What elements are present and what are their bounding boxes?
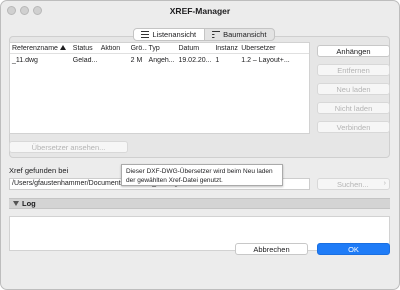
search-button[interactable]: Suchen... ›: [317, 178, 390, 190]
tab-tree-view[interactable]: Baumansicht: [205, 29, 275, 40]
unload-button[interactable]: Nicht laden: [317, 102, 390, 114]
cell-datum: 19.02.20...: [178, 56, 212, 64]
list-icon: [141, 31, 150, 38]
cell-groesse: 2 M: [130, 56, 143, 64]
table-row[interactable]: _11.dwg Gelad... 2 M Angeh... 19.02.20..…: [10, 54, 309, 66]
column-header-status[interactable]: Status: [71, 45, 99, 52]
title-bar: XREF-Manager: [1, 1, 399, 23]
tab-list-view-label: Listenansicht: [152, 30, 197, 39]
chevron-right-icon: ›: [383, 180, 386, 187]
tree-icon: [212, 31, 220, 38]
xref-found-label: Xref gefunden bei: [9, 166, 69, 175]
view-translator-button[interactable]: Übersetzer ansehen...: [9, 141, 128, 153]
window-title: XREF-Manager: [169, 6, 231, 16]
column-header-datum[interactable]: Datum: [176, 45, 213, 52]
column-header-uebersetzer[interactable]: Übersetzer: [239, 45, 309, 52]
search-button-label: Suchen...: [337, 179, 369, 189]
remove-button[interactable]: Entfernen: [317, 64, 390, 76]
column-header-aktion[interactable]: Aktion: [99, 45, 129, 52]
cell-instanz: 1: [215, 56, 220, 64]
cancel-button[interactable]: Abbrechen: [235, 243, 308, 255]
log-header[interactable]: Log: [9, 198, 390, 209]
attach-button[interactable]: Anhängen: [317, 45, 390, 57]
column-header-groesse[interactable]: Grö...: [129, 45, 147, 52]
view-segmented-control: Listenansicht Baumansicht: [133, 28, 275, 41]
column-header-instanz[interactable]: Instanz: [213, 45, 239, 52]
disclosure-triangle-icon[interactable]: [13, 201, 19, 206]
log-title: Log: [22, 199, 36, 208]
sort-ascending-icon: [59, 45, 66, 51]
cell-typ: Angeh...: [148, 56, 175, 64]
table-header: Referenzname Status Aktion Grö... Typ Da…: [10, 43, 309, 54]
bind-button[interactable]: Verbinden: [317, 121, 390, 133]
tab-list-view[interactable]: Listenansicht: [134, 29, 205, 40]
tab-tree-view-label: Baumansicht: [223, 30, 267, 39]
cell-uebersetzer: 1.2 – Layout+...: [241, 56, 290, 64]
column-header-referenzname[interactable]: Referenzname: [10, 45, 71, 52]
xref-table: Referenzname Status Aktion Grö... Typ Da…: [9, 42, 310, 134]
cell-referenzname: _11.dwg: [12, 56, 38, 64]
reload-button[interactable]: Neu laden: [317, 83, 390, 95]
xref-manager-window: XREF-Manager Listenansicht Baumansicht R…: [0, 0, 400, 290]
cell-status: Gelad...: [72, 56, 98, 64]
translator-tooltip: Dieser DXF-DWG-Übersetzer wird beim Neu …: [121, 164, 283, 186]
column-header-typ[interactable]: Typ: [147, 45, 177, 52]
ok-button[interactable]: OK: [317, 243, 390, 255]
